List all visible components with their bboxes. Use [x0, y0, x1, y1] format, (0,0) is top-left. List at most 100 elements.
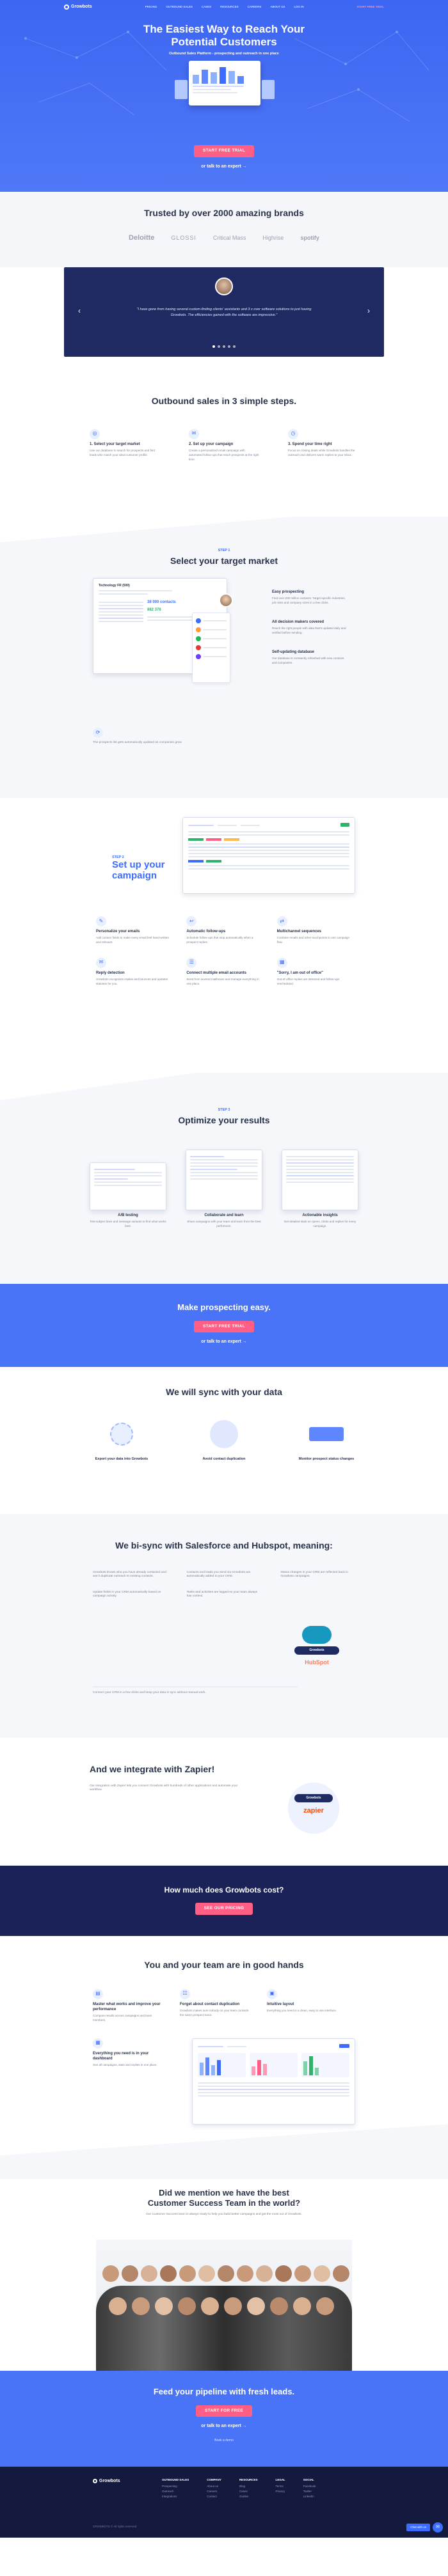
footer-link[interactable]: Contact	[207, 2495, 221, 2499]
easy-expert-link[interactable]: or talk to an expert →	[201, 1339, 247, 1344]
feature-self-updating: Self-updating database Our database is c…	[272, 650, 344, 664]
bisync-section: We bi-sync with Salesforce and Hubspot, …	[0, 1514, 448, 1738]
chat-label[interactable]: Chat with us	[406, 2523, 430, 2532]
growbots-logo-badge: Growbots	[294, 1794, 333, 1802]
zapier-text: Our integration with Zapier lets you con…	[90, 1784, 238, 1792]
top-nav: Growbots PRICING OUTBOUND SALES CASES RE…	[0, 0, 448, 14]
chat-bubble-icon[interactable]: ✉	[433, 2522, 443, 2533]
inbox-icon: ✉	[96, 957, 106, 968]
testimonial-prev[interactable]: ‹	[78, 306, 81, 316]
reply-icon: ↩	[186, 916, 197, 926]
nav-outbound[interactable]: OUTBOUND SALES	[166, 5, 193, 9]
hero-expert-link[interactable]: or talk to an expert →	[201, 164, 247, 169]
footer-link[interactable]: Careers	[207, 2490, 221, 2494]
testimonial-next[interactable]: ›	[367, 306, 370, 316]
zapier-section: And we integrate with Zapier! Our integr…	[0, 1738, 448, 1866]
nav-pricing[interactable]: PRICING	[145, 5, 157, 9]
sync-section: We will sync with your data Export your …	[0, 1367, 448, 1514]
footer-link[interactable]: About us	[207, 2485, 221, 2488]
bisync-logos: Growbots HubSpot	[294, 1626, 339, 1666]
hero-title: The Easiest Way to Reach Your Potential …	[143, 23, 305, 48]
sync-title: We will sync with your data	[166, 1387, 282, 1397]
nav-about[interactable]: ABOUT US	[270, 5, 285, 9]
hands-item: ☷ Forget about contact duplication Growbot…	[180, 1988, 250, 2023]
dot[interactable]	[218, 345, 220, 348]
brand-logo-critical-mass: Critical Mass	[212, 235, 246, 242]
testimonial-dots	[64, 345, 384, 348]
duplication-illustration	[192, 1415, 256, 1453]
footer-link[interactable]: Cases	[239, 2490, 258, 2494]
feed-demo-link[interactable]: Book a demo	[214, 2439, 233, 2442]
hands-title: You and your team are in good hands	[144, 1960, 304, 1970]
see-pricing-button[interactable]: SEE OUR PRICING	[195, 1903, 253, 1915]
footer-link[interactable]: Facebook	[303, 2485, 316, 2488]
footer-link[interactable]: Integrations	[162, 2495, 189, 2499]
footer-col: RESOURCES Blog Cases Guides	[239, 2478, 258, 2499]
sync-item-export: Export your data into Growbots	[90, 1415, 154, 1462]
footer-link[interactable]: Twitter	[303, 2490, 316, 2494]
chart-icon: ▤	[93, 1988, 103, 1999]
footer-col: SOCIAL Facebook Twitter LinkedIn	[303, 2478, 316, 2499]
nav-login[interactable]: LOG IN	[294, 5, 303, 9]
nav-cases[interactable]: CASES	[202, 5, 211, 9]
nav-careers[interactable]: CAREERS	[248, 5, 262, 9]
footer-link[interactable]: Outreach	[162, 2490, 189, 2494]
nav-resources[interactable]: RESOURCES	[220, 5, 239, 9]
collaborate-screenshot	[186, 1150, 262, 1210]
copyright: GROWBOTS © All rights reserved	[93, 2524, 137, 2528]
bisync-point: Growbots knows who you have already cont…	[93, 1570, 166, 1579]
feed-expert-link[interactable]: or talk to an expert →	[201, 2424, 247, 2428]
pricing-title: How much does Growbots cost?	[164, 1885, 284, 1894]
step3-title: Optimize your results	[178, 1115, 270, 1126]
layout-icon: ▣	[267, 1988, 277, 1999]
feature-easy-prospecting: Easy prospecting Find over 200 million c…	[272, 590, 346, 604]
footer: Growbots OUTBOUND SALES Prospecting Outr…	[0, 2467, 448, 2538]
logo-icon	[64, 4, 69, 10]
footer-link[interactable]: Privacy	[275, 2490, 285, 2494]
footer-link[interactable]: Blog	[239, 2485, 258, 2488]
team-photo	[96, 2240, 352, 2371]
dot[interactable]	[228, 345, 230, 348]
brand-logo-spotify: spotify	[300, 235, 319, 242]
step-card-3: ◷ 3. Spend your time right Focus on clos…	[288, 428, 358, 462]
footer-link[interactable]: LinkedIn	[303, 2495, 316, 2499]
bisync-title: We bi-sync with Salesforce and Hubspot, …	[115, 1540, 333, 1550]
step1-title: Select your target market	[170, 556, 278, 566]
monitor-illustration	[294, 1415, 358, 1453]
easy-title: Make prospecting easy.	[177, 1302, 271, 1312]
footer-logo[interactable]: Growbots	[93, 2478, 144, 2484]
prospect-list-card	[192, 613, 230, 683]
hero-section: Growbots PRICING OUTBOUND SALES CASES RE…	[0, 0, 448, 192]
footer-link[interactable]: Prospecting	[162, 2485, 189, 2488]
contacts-icon: ☷	[180, 1988, 190, 1999]
accounts-icon: ☰	[186, 957, 197, 968]
dot[interactable]	[212, 345, 215, 348]
logo[interactable]: Growbots	[64, 4, 92, 10]
testimonial-section: ‹ › "I have gone from having several cus…	[0, 267, 448, 376]
footer-link[interactable]: Terms	[275, 2485, 285, 2488]
success-section: Did we mention we have the best Customer…	[0, 2179, 448, 2371]
hero-trial-button[interactable]: START FREE TRIAL	[193, 145, 255, 157]
collaborate-item: Collaborate and learn Share campaigns wit…	[186, 1150, 262, 1229]
salesforce-cloud-icon	[302, 1626, 332, 1644]
easy-trial-button[interactable]: START FREE TRIAL	[193, 1320, 255, 1333]
hero-illustration	[175, 61, 275, 120]
campaign-table-screenshot	[182, 817, 355, 894]
growbots-logo-badge: Growbots	[294, 1646, 339, 1655]
dot[interactable]	[223, 345, 225, 348]
hands-item: ▤ Master what works and improve your perf…	[93, 1988, 163, 2023]
steps-title: Outbound sales in 3 simple steps.	[151, 396, 297, 406]
clock-icon: ◷	[288, 428, 298, 439]
sync-item-duplication: Avoid contact duplication	[192, 1415, 256, 1462]
step3-section: STEP 3 Optimize your results A/B testing…	[0, 1073, 448, 1284]
chat-widget[interactable]: Chat with us ✉	[406, 2522, 443, 2533]
brands-section: Trusted by over 2000 amazing brands Delo…	[0, 192, 448, 267]
feed-start-button[interactable]: START FOR FREE	[195, 2405, 253, 2417]
step1-label: STEP 1	[218, 549, 230, 552]
nav-trial-button[interactable]: START FREE TRIAL	[357, 5, 384, 9]
step1-side-note: The prospects list gets automatically up…	[93, 741, 182, 744]
footer-link[interactable]: Guides	[239, 2495, 258, 2499]
footer-col: COMPANY About us Careers Contact	[207, 2478, 221, 2499]
dot[interactable]	[233, 345, 236, 348]
success-title: Did we mention we have the best Customer…	[147, 2188, 301, 2208]
